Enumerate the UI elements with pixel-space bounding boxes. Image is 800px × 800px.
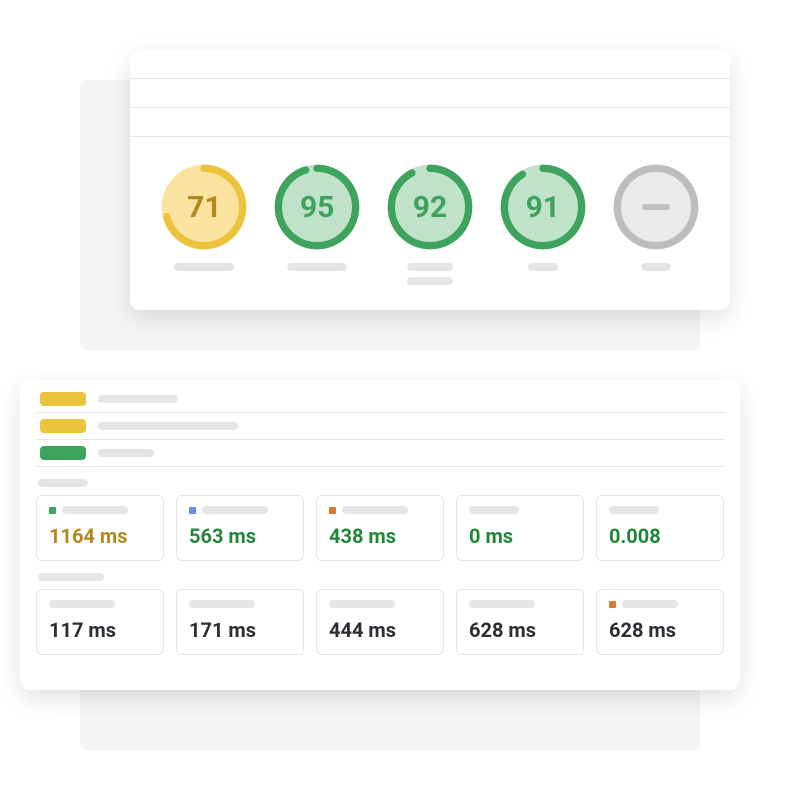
- section-label: [38, 573, 722, 581]
- gauge-col: 92: [384, 161, 476, 285]
- gauge-caption: [287, 263, 347, 271]
- gauge-caption: [174, 263, 234, 271]
- placeholder-bar: [189, 600, 255, 608]
- placeholder-bar: [49, 600, 115, 608]
- metric-value: 628 ms: [609, 618, 711, 642]
- placeholder-bar: [469, 506, 519, 514]
- status-pill: [40, 392, 86, 406]
- section-label: [38, 479, 722, 487]
- gauge-performance: 71: [158, 161, 250, 253]
- status-pill: [40, 446, 86, 460]
- scores-card: 71 95 92: [130, 50, 730, 310]
- gauge-col: [610, 161, 702, 271]
- placeholder-bar: [622, 600, 678, 608]
- gauge-col: 95: [271, 161, 363, 271]
- metric-tile: 628 ms: [596, 589, 724, 655]
- placeholder-bar: [469, 600, 535, 608]
- gauge-best-practices: 92: [384, 161, 476, 253]
- gauge-value: 71: [158, 161, 250, 253]
- status-pill: [40, 419, 86, 433]
- gauge-value: 95: [271, 161, 363, 253]
- header-row-placeholder: [130, 79, 730, 108]
- placeholder-bar: [62, 506, 128, 514]
- dot-icon: [329, 507, 336, 514]
- dash-icon: [642, 204, 670, 210]
- gauge-value: 91: [497, 161, 589, 253]
- metric-tile: 563 ms: [176, 495, 304, 561]
- placeholder-bar: [329, 600, 395, 608]
- metric-value: 438 ms: [329, 524, 431, 548]
- placeholder-bar: [609, 506, 659, 514]
- dot-icon: [189, 507, 196, 514]
- metric-value: 628 ms: [469, 618, 571, 642]
- metric-tile: 117 ms: [36, 589, 164, 655]
- gauge-value: 92: [384, 161, 476, 253]
- status-row: [36, 413, 724, 440]
- metric-tile: 171 ms: [176, 589, 304, 655]
- metric-tile: 0.008: [596, 495, 724, 561]
- metric-tile: 628 ms: [456, 589, 584, 655]
- gauge-col: 91: [497, 161, 589, 271]
- status-row: [36, 440, 724, 467]
- metrics-grid-top: 1164 ms 563 ms 438 ms 0 ms 0.008: [36, 495, 724, 561]
- header-row-placeholder: [130, 50, 730, 79]
- gauge-pwa: [610, 161, 702, 253]
- metric-value: 0.008: [609, 524, 711, 548]
- gauge-seo: 91: [497, 161, 589, 253]
- gauge-caption: [528, 263, 558, 271]
- status-row: [36, 386, 724, 413]
- metric-value: 1164 ms: [49, 524, 151, 548]
- metric-tile: 444 ms: [316, 589, 444, 655]
- metric-value: 563 ms: [189, 524, 291, 548]
- gauge-accessibility: 95: [271, 161, 363, 253]
- metric-value: 444 ms: [329, 618, 431, 642]
- metric-tile: 438 ms: [316, 495, 444, 561]
- placeholder-bar: [342, 506, 408, 514]
- metric-value: 0 ms: [469, 524, 571, 548]
- metric-tile: 1164 ms: [36, 495, 164, 561]
- placeholder-bar: [98, 422, 238, 430]
- placeholder-bar: [202, 506, 268, 514]
- metric-tile: 0 ms: [456, 495, 584, 561]
- metrics-grid-bottom: 117 ms 171 ms 444 ms 628 ms 628 ms: [36, 589, 724, 655]
- metric-value: 117 ms: [49, 618, 151, 642]
- placeholder-bar: [98, 449, 154, 457]
- metric-value: 171 ms: [189, 618, 291, 642]
- gauge-row: 71 95 92: [130, 137, 730, 285]
- dot-icon: [609, 601, 616, 608]
- gauge-value: [610, 161, 702, 253]
- dot-icon: [49, 507, 56, 514]
- header-row-placeholder: [130, 108, 730, 137]
- placeholder-bar: [98, 395, 178, 403]
- gauge-caption: [407, 263, 453, 285]
- gauge-col: 71: [158, 161, 250, 271]
- gauge-caption: [641, 263, 671, 271]
- metrics-card: 1164 ms 563 ms 438 ms 0 ms 0.008: [20, 380, 740, 690]
